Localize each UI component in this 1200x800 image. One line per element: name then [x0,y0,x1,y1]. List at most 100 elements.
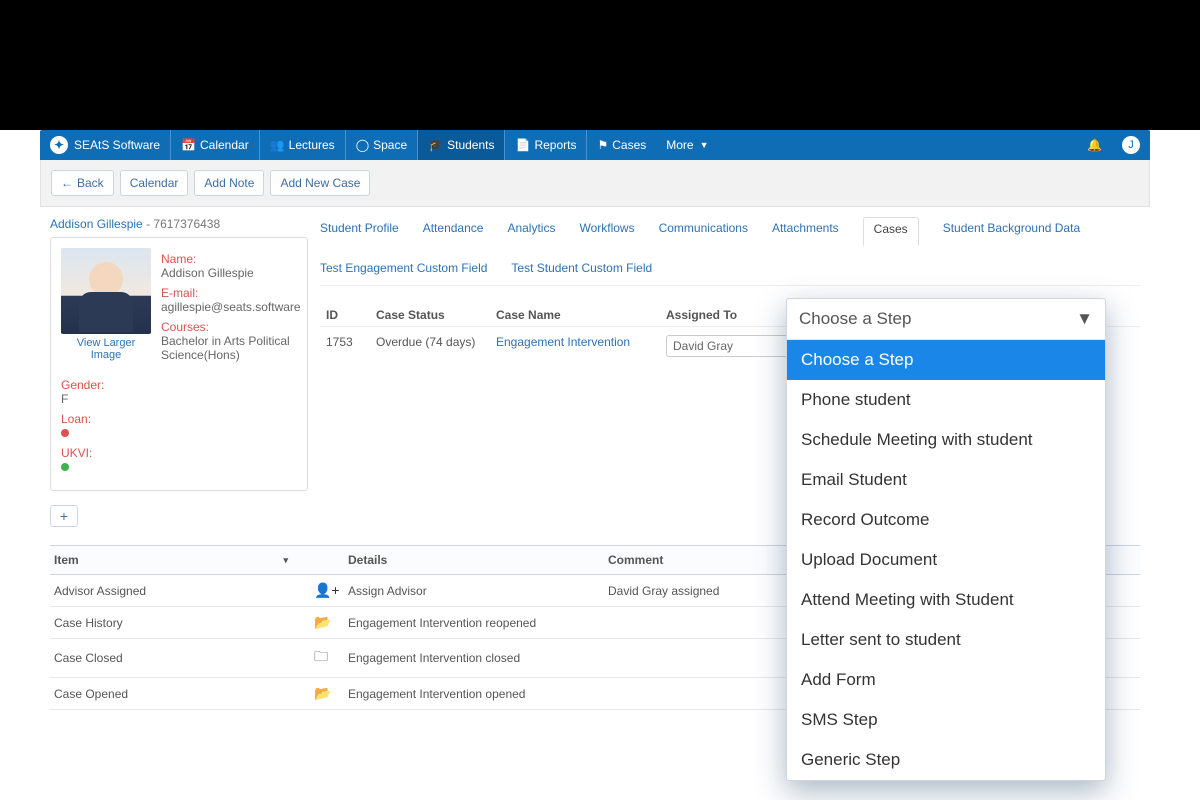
action-option-sms[interactable]: SMS Step [787,700,1105,740]
lectures-icon: 👥 [270,138,285,152]
action-option-attend-meeting[interactable]: Attend Meeting with Student [787,580,1105,620]
name-value: Addison Gillespie [161,266,301,280]
log-item: Case History [54,616,314,630]
cases-icon: ⚑ [597,138,608,152]
avatar-initial: J [1122,136,1140,154]
add-item-button[interactable]: + [50,505,78,527]
user-plus-icon: 👤+ [314,582,340,598]
tab-workflows[interactable]: Workflows [579,217,634,239]
tab-student-profile[interactable]: Student Profile [320,217,399,239]
nav-cases[interactable]: ⚑ Cases [587,130,656,160]
brand-label: SEAtS Software [74,138,160,152]
student-title: Addison Gillespie - 7617376438 [50,217,308,231]
letterbox-top [0,0,1200,130]
back-button[interactable]: ← Back [51,170,114,196]
notifications-button[interactable]: 🔔 [1077,138,1112,152]
courses-value: Bachelor in Arts Political Science(Hons) [161,334,301,362]
action-option-email[interactable]: Email Student [787,460,1105,500]
student-id: - 7617376438 [146,217,220,231]
action-option-choose[interactable]: Choose a Step [787,340,1105,380]
email-label: E-mail: [161,286,301,300]
nav-calendar[interactable]: 📅 Calendar [171,130,259,160]
log-details: Engagement Intervention reopened [348,616,608,630]
tab-student-custom[interactable]: Test Student Custom Field [511,257,652,279]
tab-bar: Student Profile Attendance Analytics Wor… [320,217,1140,286]
nav-lectures[interactable]: 👥 Lectures [260,130,345,160]
log-item: Case Opened [54,687,314,701]
action-option-phone[interactable]: Phone student [787,380,1105,420]
log-item: Advisor Assigned [54,584,314,598]
nav-reports[interactable]: 📄 Reports [505,130,586,160]
courses-label: Courses: [161,320,301,334]
item-header-label: Item [54,553,79,567]
nav-students-label: Students [447,138,494,152]
add-note-button[interactable]: Add Note [194,170,264,196]
nav-more-label: More [666,138,693,152]
action-option-letter[interactable]: Letter sent to student [787,620,1105,660]
details-header: Details [348,553,608,567]
loan-label: Loan: [61,412,297,426]
nav-cases-label: Cases [612,138,646,152]
tab-attachments[interactable]: Attachments [772,217,839,239]
top-nav: ✦ SEAtS Software 📅 Calendar 👥 Lectures ◯… [40,130,1150,160]
action-option-generic[interactable]: Generic Step [787,740,1105,780]
student-photo [61,248,151,334]
name-label: Name: [161,252,301,266]
students-icon: 🎓 [428,138,443,152]
plus-icon: + [60,508,68,524]
item-filter-dropdown[interactable]: Item ▾ [54,553,294,567]
nav-lectures-label: Lectures [289,138,335,152]
folder-closed-icon: 🗀 [314,648,328,664]
gender-label: Gender: [61,378,297,392]
tab-communications[interactable]: Communications [659,217,748,239]
bell-icon: 🔔 [1087,138,1102,152]
profile-sidebar: Addison Gillespie - 7617376438 View Larg… [40,217,308,527]
log-details: Engagement Intervention opened [348,687,608,701]
gender-value: F [61,392,297,406]
folder-open-icon: 📂 [314,685,331,701]
action-option-schedule-meeting[interactable]: Schedule Meeting with student [787,420,1105,460]
log-details: Engagement Intervention closed [348,651,608,665]
calendar-button[interactable]: Calendar [120,170,189,196]
nav-students[interactable]: 🎓 Students [418,130,504,160]
case-status: Overdue (74 days) [370,327,490,366]
log-item: Case Closed [54,651,314,665]
case-name-link[interactable]: Engagement Intervention [496,335,630,349]
action-step-dropdown: Choose a Step ▼ Choose a Step Phone stud… [786,298,1106,781]
case-id: 1753 [320,327,370,366]
action-option-add-form[interactable]: Add Form [787,660,1105,700]
nav-space[interactable]: ◯ Space [346,130,417,160]
tab-analytics[interactable]: Analytics [507,217,555,239]
tab-engagement-custom[interactable]: Test Engagement Custom Field [320,257,487,279]
action-trigger-label: Choose a Step [799,309,911,329]
chevron-down-icon: ▼ [1076,309,1093,329]
nav-more[interactable]: More ▼ [656,130,718,160]
add-new-case-button[interactable]: Add New Case [270,170,370,196]
nav-reports-label: Reports [534,138,576,152]
col-status: Case Status [370,304,490,327]
action-step-trigger[interactable]: Choose a Step ▼ [787,299,1105,340]
chevron-down-icon: ▾ [283,555,288,566]
action-option-upload-document[interactable]: Upload Document [787,540,1105,580]
log-details: Assign Advisor [348,584,608,598]
add-note-label: Add Note [204,176,254,190]
tab-cases[interactable]: Cases [863,217,919,246]
folder-open-icon: 📂 [314,614,331,630]
col-id: ID [320,304,370,327]
email-value: agillespie@seats.software [161,300,301,314]
action-option-record-outcome[interactable]: Record Outcome [787,500,1105,540]
user-avatar[interactable]: J [1112,136,1150,154]
student-name-link[interactable]: Addison Gillespie [50,217,143,231]
tab-background-data[interactable]: Student Background Data [943,217,1080,239]
reports-icon: 📄 [515,138,530,152]
status-dot-green-icon [61,463,69,471]
back-label: Back [77,176,104,190]
arrow-left-icon: ← [61,176,73,190]
tab-attendance[interactable]: Attendance [423,217,484,239]
view-larger-image-link[interactable]: View Larger Image [61,337,151,361]
calendar-icon: 📅 [181,138,196,152]
nav-calendar-label: Calendar [200,138,249,152]
ukvi-label: UKVI: [61,446,297,460]
brand[interactable]: ✦ SEAtS Software [40,136,170,154]
calendar-label: Calendar [130,176,179,190]
